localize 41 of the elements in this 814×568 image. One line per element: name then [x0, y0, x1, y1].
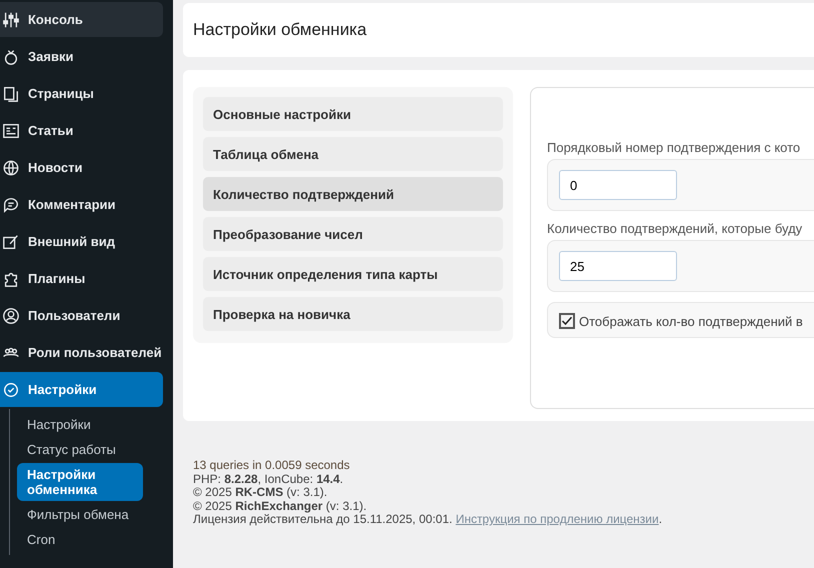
nav-item[interactable]: Страницы	[0, 76, 163, 111]
submenu-item[interactable]: Фильтры обмена	[17, 503, 163, 526]
nav-item[interactable]: Настройки	[0, 372, 163, 407]
period-text: .	[658, 512, 662, 526]
nav-item[interactable]: Роли пользователей	[0, 335, 163, 370]
field-label: Порядковый номер подтверждения с кото	[547, 140, 802, 155]
field-label: Количество подтверждений, которые буду	[547, 221, 804, 236]
sliders-icon	[2, 10, 20, 28]
submenu-item[interactable]: Настройки	[17, 413, 163, 436]
settings-tab[interactable]: Основные настройки	[203, 97, 503, 131]
nav-item[interactable]: Внешний вид	[0, 224, 163, 259]
nav-item[interactable]: Консоль	[0, 2, 163, 37]
footer-line: © 2025 RichExchanger (v: 3.1).	[193, 500, 368, 513]
submenu-item[interactable]: Cron	[17, 528, 163, 551]
footer-line: © 2025 RK-CMS (v: 3.1).	[193, 486, 328, 500]
settings-tab[interactable]: Таблица обмена	[203, 137, 503, 171]
submenu-item[interactable]: Настройки обменника	[17, 463, 143, 501]
footer-line: 13 queries in 0.0059 seconds	[193, 459, 351, 472]
pages-icon	[2, 84, 20, 102]
nav-item[interactable]: Плагины	[0, 261, 163, 296]
nav-item[interactable]: Пользователи	[0, 298, 163, 333]
page-title: Настройки обменника	[193, 20, 367, 40]
license-text: Лицензия действительна до 15.11.2025, 00:01.	[193, 512, 452, 526]
globe-icon	[2, 158, 20, 176]
input-field[interactable]: 0	[559, 170, 677, 200]
input-field[interactable]: 25	[559, 251, 677, 281]
checkbox[interactable]	[559, 313, 575, 329]
nav-item[interactable]: Заявки	[0, 39, 163, 74]
settings-tab[interactable]: Источник определения типа карты	[203, 257, 503, 291]
submenu-item[interactable]: Статус работы	[17, 438, 163, 461]
checkbox-label: Отображать кол-во подтверждений в	[579, 314, 803, 328]
settings-tab[interactable]: Количество подтверждений	[203, 177, 503, 211]
nav-item[interactable]: Новости	[0, 150, 163, 185]
settings-tab[interactable]: Преобразование чисел	[203, 217, 503, 251]
footer-line: PHP: 8.2.28, IonCube: 14.4.	[193, 472, 344, 486]
article-icon	[2, 122, 20, 140]
chat-icon	[2, 196, 20, 214]
nav-item[interactable]: Комментарии	[0, 187, 163, 222]
user-icon	[2, 306, 20, 324]
settings-tab[interactable]: Проверка на новичка	[203, 297, 503, 331]
nav-item[interactable]: Статьи	[0, 113, 163, 148]
